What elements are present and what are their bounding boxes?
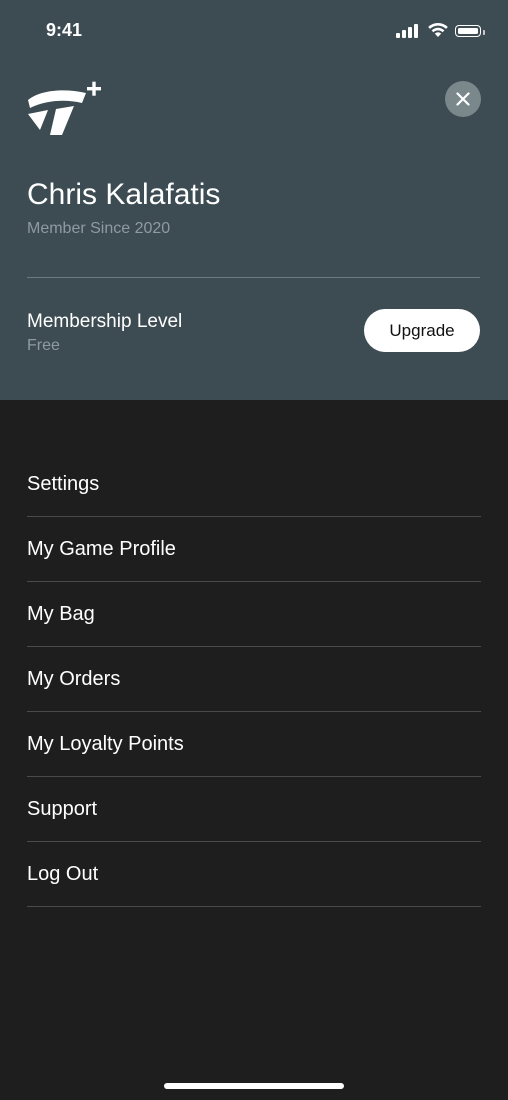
membership-level-value: Free <box>27 337 60 354</box>
user-name: Chris Kalafatis <box>27 178 221 211</box>
home-indicator[interactable] <box>164 1083 344 1089</box>
upgrade-button[interactable]: Upgrade <box>364 309 480 352</box>
status-time: 9:41 <box>46 20 83 40</box>
header-divider <box>27 277 480 278</box>
wifi-icon <box>428 22 448 37</box>
cellular-signal-icon <box>396 22 422 38</box>
profile-header: 9:41 Chris Kalafatis Member Since 2020 M… <box>0 0 508 400</box>
account-menu: Settings My Game Profile My Bag My Order… <box>27 453 481 907</box>
menu-item-log-out[interactable]: Log Out <box>27 842 481 907</box>
member-since: Member Since 2020 <box>27 220 171 237</box>
taylormade-plus-logo <box>28 81 101 135</box>
menu-item-my-bag[interactable]: My Bag <box>27 582 481 647</box>
menu-item-support[interactable]: Support <box>27 777 481 842</box>
battery-nub <box>483 30 485 35</box>
menu-item-settings[interactable]: Settings <box>27 453 481 517</box>
menu-item-my-game-profile[interactable]: My Game Profile <box>27 517 481 582</box>
battery-icon <box>455 25 481 37</box>
menu-item-my-orders[interactable]: My Orders <box>27 647 481 712</box>
membership-level-label: Membership Level <box>27 311 183 332</box>
close-icon <box>456 92 470 106</box>
close-button[interactable] <box>445 81 481 117</box>
menu-item-my-loyalty-points[interactable]: My Loyalty Points <box>27 712 481 777</box>
